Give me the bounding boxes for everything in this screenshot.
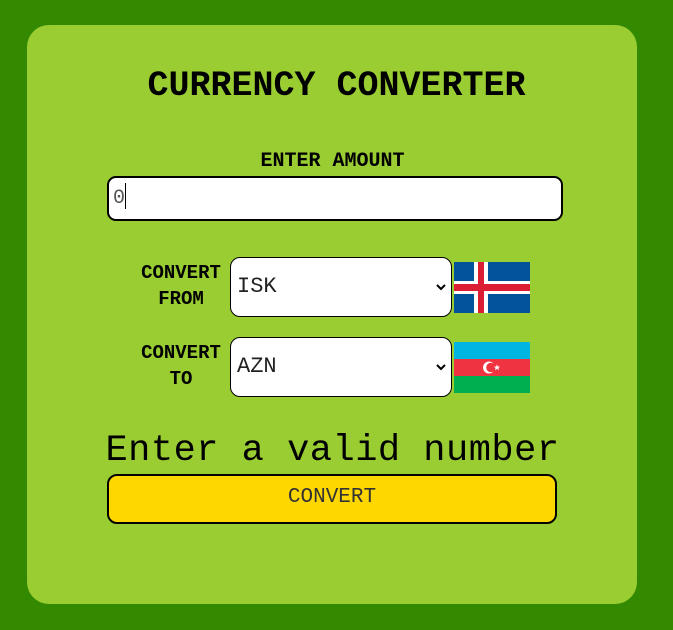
error-message: Enter a valid number [105, 430, 560, 472]
convert-to-selected-value: AZN [237, 354, 277, 379]
chevron-down-icon [436, 284, 446, 291]
convert-from-label-line2: FROM [158, 288, 204, 310]
amount-label: ENTER AMOUNT [260, 150, 405, 173]
convert-to-label-line2: TO [169, 368, 193, 390]
azerbaijan-flag-icon [454, 342, 530, 393]
convert-to-select[interactable]: AZN [230, 337, 452, 397]
convert-from-select[interactable]: ISK [230, 257, 452, 317]
page-title: CURRENCY CONVERTER [147, 66, 526, 106]
text-caret [125, 182, 127, 209]
convert-from-label: CONVERT FROM [128, 260, 234, 312]
convert-button[interactable]: CONVERT [107, 474, 557, 524]
convert-from-selected-value: ISK [237, 274, 277, 299]
convert-to-label-line1: CONVERT [141, 342, 221, 364]
amount-value: 0 [113, 187, 126, 210]
convert-from-label-line1: CONVERT [141, 262, 221, 284]
chevron-down-icon [436, 364, 446, 371]
iceland-flag-icon [454, 262, 530, 313]
convert-to-label: CONVERT TO [128, 340, 234, 392]
amount-input[interactable]: 0 [107, 176, 563, 221]
